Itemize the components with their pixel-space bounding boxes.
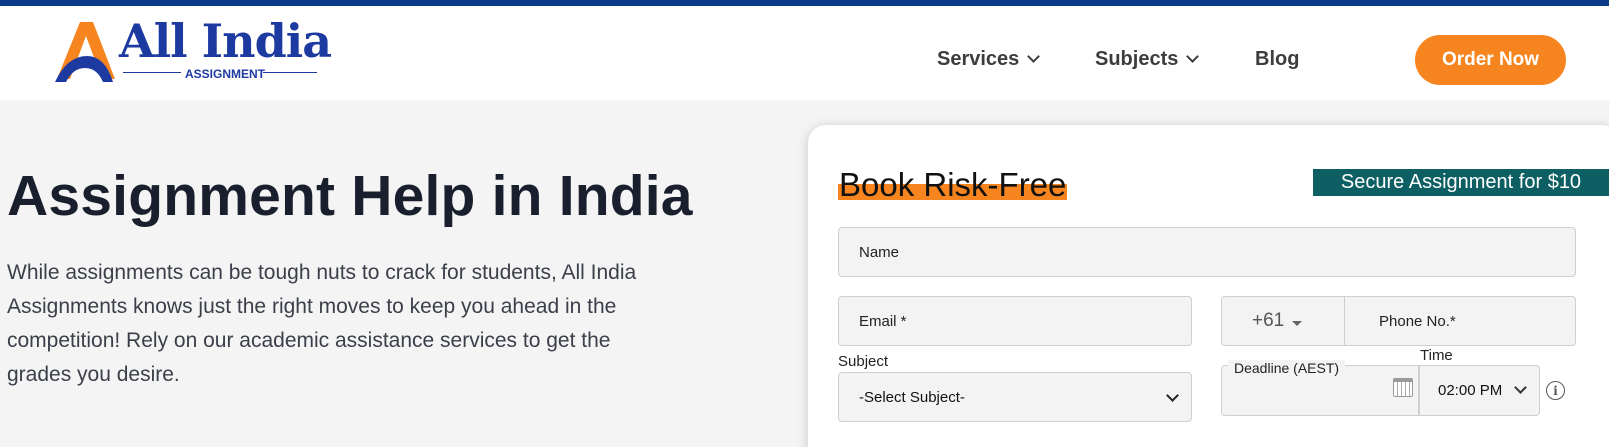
subject-label: Subject (838, 353, 889, 370)
email-field[interactable]: Email * (838, 296, 1192, 346)
email-placeholder: Email * (859, 312, 907, 330)
time-select[interactable]: 02:00 PM (1419, 365, 1540, 416)
phone-placeholder: Phone No.* (1379, 312, 1456, 330)
hero-title: Assignment Help in India (7, 164, 693, 228)
time-select-value: 02:00 PM (1438, 382, 1503, 399)
country-code-value: +61 (1252, 310, 1285, 331)
site-logo[interactable]: All India ASSIGNMENT (53, 14, 343, 86)
logo-subtitle: ASSIGNMENT (185, 67, 266, 81)
name-field[interactable]: Name (838, 227, 1576, 277)
nav-subjects[interactable]: Subjects (1095, 48, 1200, 71)
info-icon[interactable]: i (1546, 381, 1565, 400)
caret-down-icon (1292, 320, 1303, 326)
form-title: Book Risk-Free (838, 166, 1068, 203)
subject-select[interactable]: -Select Subject- (838, 372, 1192, 422)
deadline-label: Deadline (AEST) (1228, 360, 1346, 376)
chevron-down-icon (1027, 50, 1041, 63)
logo-divider-right (263, 72, 317, 73)
hero-description: While assignments can be tough nuts to c… (7, 261, 637, 386)
nav-blog[interactable]: Blog (1255, 48, 1299, 71)
nav-blog-label: Blog (1255, 48, 1300, 70)
chevron-down-icon (1186, 50, 1200, 63)
logo-title: All India (119, 14, 332, 68)
chevron-down-icon (1166, 389, 1179, 402)
logo-mark-icon (55, 22, 115, 82)
secure-assignment-badge: Secure Assignment for $10 (1313, 169, 1609, 196)
cutoff-label (838, 440, 1018, 447)
order-now-button[interactable]: Order Now (1415, 35, 1566, 85)
time-label: Time (1420, 347, 1453, 364)
nav-subjects-label: Subjects (1095, 48, 1179, 70)
country-code-select[interactable]: +61 (1221, 296, 1345, 346)
calendar-icon[interactable] (1393, 378, 1413, 397)
chevron-down-icon (1514, 381, 1527, 394)
name-placeholder: Name (859, 243, 900, 261)
subject-select-value: -Select Subject- (859, 388, 965, 406)
nav-services[interactable]: Services (937, 48, 1041, 71)
phone-field[interactable]: Phone No.* (1344, 296, 1576, 346)
nav-services-label: Services (937, 48, 1020, 70)
logo-divider-left (123, 72, 181, 73)
